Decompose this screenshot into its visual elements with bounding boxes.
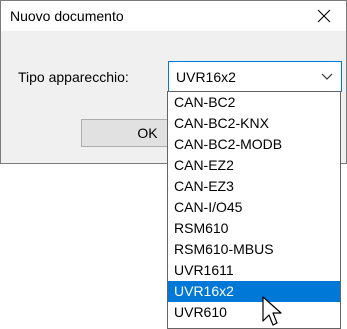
mouse-cursor-icon [262, 296, 282, 326]
dropdown-option[interactable]: CAN-BC2 [168, 92, 340, 113]
device-type-label: Tipo apparecchio: [18, 69, 129, 85]
dropdown-option[interactable]: UVR1611 [168, 260, 340, 281]
close-button[interactable] [302, 1, 346, 31]
device-type-dropdown-list: CAN-BC2 CAN-BC2-KNX CAN-BC2-MODB CAN-EZ2 CAN… [167, 91, 341, 329]
dropdown-option[interactable]: UVR16x2 [168, 281, 340, 302]
title-bar: Nuovo documento [1, 1, 346, 31]
chevron-down-icon[interactable] [321, 73, 333, 81]
dropdown-option[interactable]: CAN-I/O45 [168, 197, 340, 218]
device-type-select[interactable]: UVR16x2 [168, 61, 342, 92]
dropdown-option[interactable]: RSM610 [168, 218, 340, 239]
dropdown-option[interactable]: RSM610-MBUS [168, 239, 340, 260]
dropdown-option[interactable]: CAN-BC2-MODB [168, 134, 340, 155]
dropdown-option[interactable]: CAN-EZ2 [168, 155, 340, 176]
dialog-title: Nuovo documento [10, 8, 124, 24]
device-type-value: UVR16x2 [176, 69, 236, 85]
dropdown-option[interactable]: UVR610 [168, 302, 340, 323]
dropdown-option[interactable]: CAN-EZ3 [168, 176, 340, 197]
dropdown-option[interactable]: CAN-BC2-KNX [168, 113, 340, 134]
close-icon [317, 9, 331, 23]
